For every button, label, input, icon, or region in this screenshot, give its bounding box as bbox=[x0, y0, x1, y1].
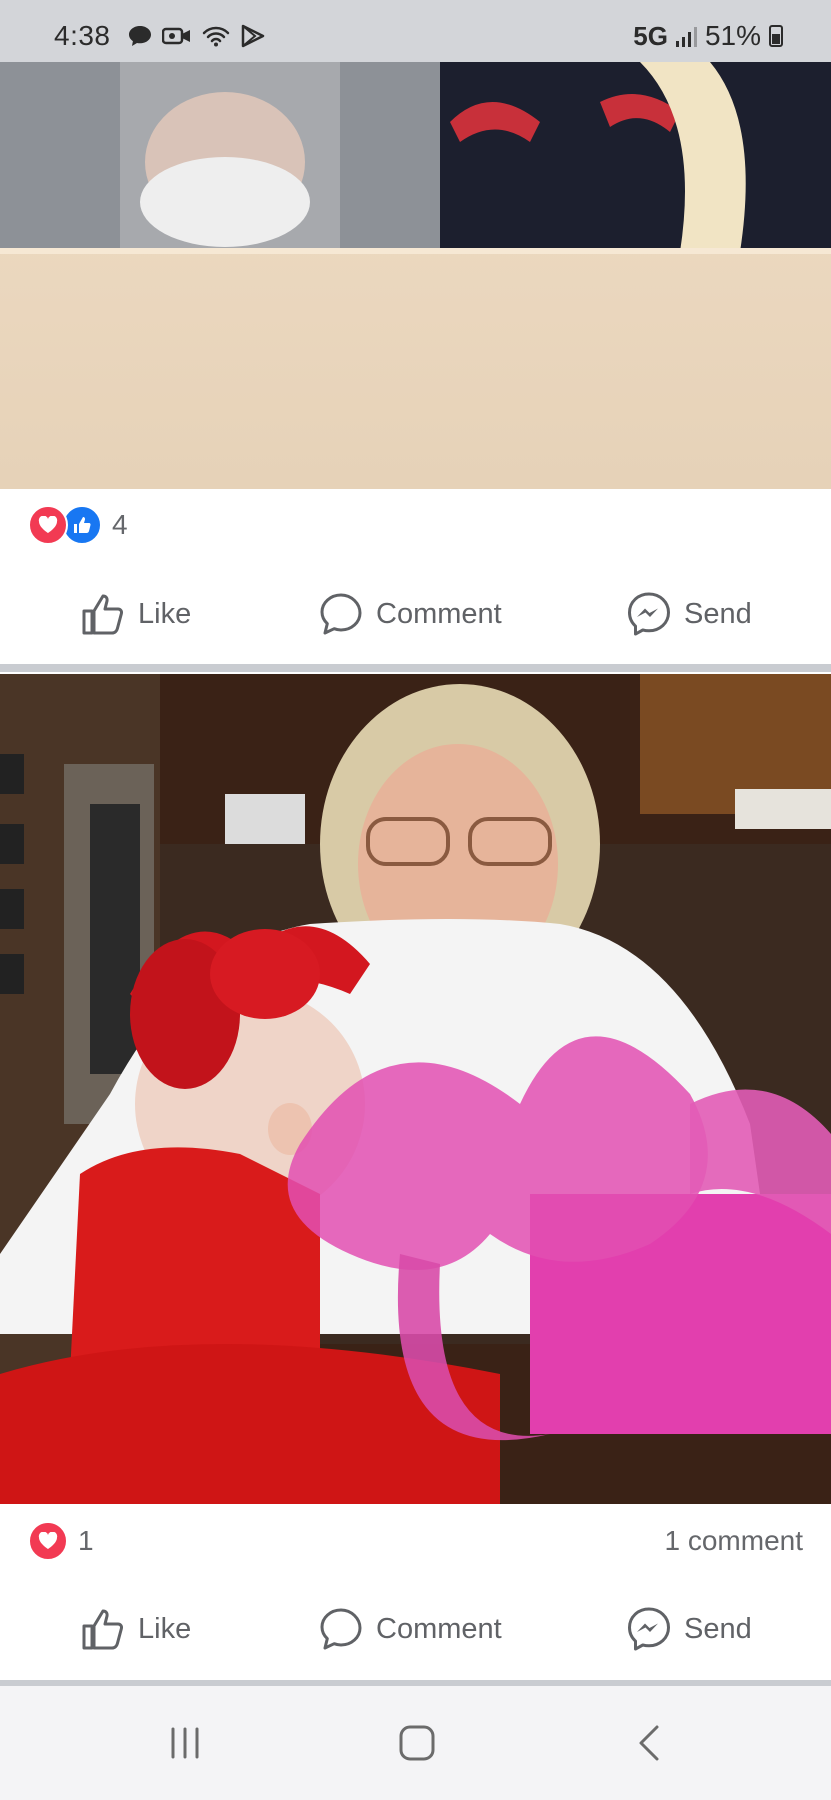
back-chevron-icon bbox=[639, 1725, 659, 1761]
battery-percent: 51% bbox=[704, 20, 761, 51]
video-camera-icon bbox=[162, 27, 190, 45]
send-button[interactable]: Send bbox=[626, 574, 752, 654]
chat-icon bbox=[129, 26, 151, 46]
send-label: Send bbox=[684, 597, 752, 630]
messenger-icon bbox=[628, 592, 670, 636]
like-button[interactable]: Like bbox=[80, 574, 191, 654]
comment-count-link[interactable]: 1 comment bbox=[665, 1525, 804, 1557]
thumbs-up-icon bbox=[82, 594, 124, 635]
home-button[interactable] bbox=[382, 1686, 452, 1800]
status-bar: 4:38 5G 51% bbox=[0, 0, 831, 62]
photo-image bbox=[0, 62, 831, 489]
battery-icon bbox=[769, 25, 783, 47]
post-actions: Like Comment Send bbox=[0, 574, 831, 654]
like-reaction-icon bbox=[62, 505, 102, 545]
network-type: 5G bbox=[633, 20, 668, 51]
post-photo[interactable] bbox=[0, 62, 831, 489]
comment-label: Comment bbox=[376, 1612, 502, 1645]
post-reactions[interactable]: 1 bbox=[28, 1521, 94, 1561]
post-actions: Like Comment Send bbox=[0, 1589, 831, 1669]
status-icons bbox=[128, 24, 266, 48]
back-button[interactable] bbox=[616, 1686, 686, 1800]
thumbs-up-icon bbox=[82, 1609, 124, 1650]
like-label: Like bbox=[138, 1612, 192, 1645]
recent-apps-icon bbox=[171, 1727, 199, 1759]
messenger-icon bbox=[628, 1607, 670, 1651]
comment-bubble-icon bbox=[320, 593, 362, 635]
heart-reaction-icon bbox=[28, 505, 68, 545]
post-divider bbox=[0, 664, 831, 672]
system-nav-bar bbox=[0, 1686, 831, 1800]
photo-image bbox=[0, 674, 831, 1504]
heart-reaction-icon bbox=[28, 1521, 68, 1561]
comment-button[interactable]: Comment bbox=[318, 1589, 502, 1669]
comment-label: Comment bbox=[376, 597, 502, 630]
reaction-count: 1 bbox=[78, 1525, 94, 1556]
reaction-count: 4 bbox=[112, 509, 128, 540]
send-label: Send bbox=[684, 1612, 752, 1645]
home-icon bbox=[399, 1725, 435, 1761]
wifi-icon bbox=[202, 26, 230, 47]
recent-apps-button[interactable] bbox=[150, 1686, 220, 1800]
like-label: Like bbox=[138, 597, 192, 630]
post-reactions[interactable]: 4 bbox=[28, 505, 128, 545]
comment-button[interactable]: Comment bbox=[318, 574, 502, 654]
like-button[interactable]: Like bbox=[80, 1589, 191, 1669]
play-store-icon bbox=[241, 24, 265, 48]
signal-icon bbox=[675, 25, 697, 47]
status-time: 4:38 bbox=[54, 20, 111, 51]
comment-bubble-icon bbox=[320, 1608, 362, 1650]
status-right: 5G 51% bbox=[633, 20, 783, 52]
post-photo[interactable] bbox=[0, 674, 831, 1504]
send-button[interactable]: Send bbox=[626, 1589, 752, 1669]
